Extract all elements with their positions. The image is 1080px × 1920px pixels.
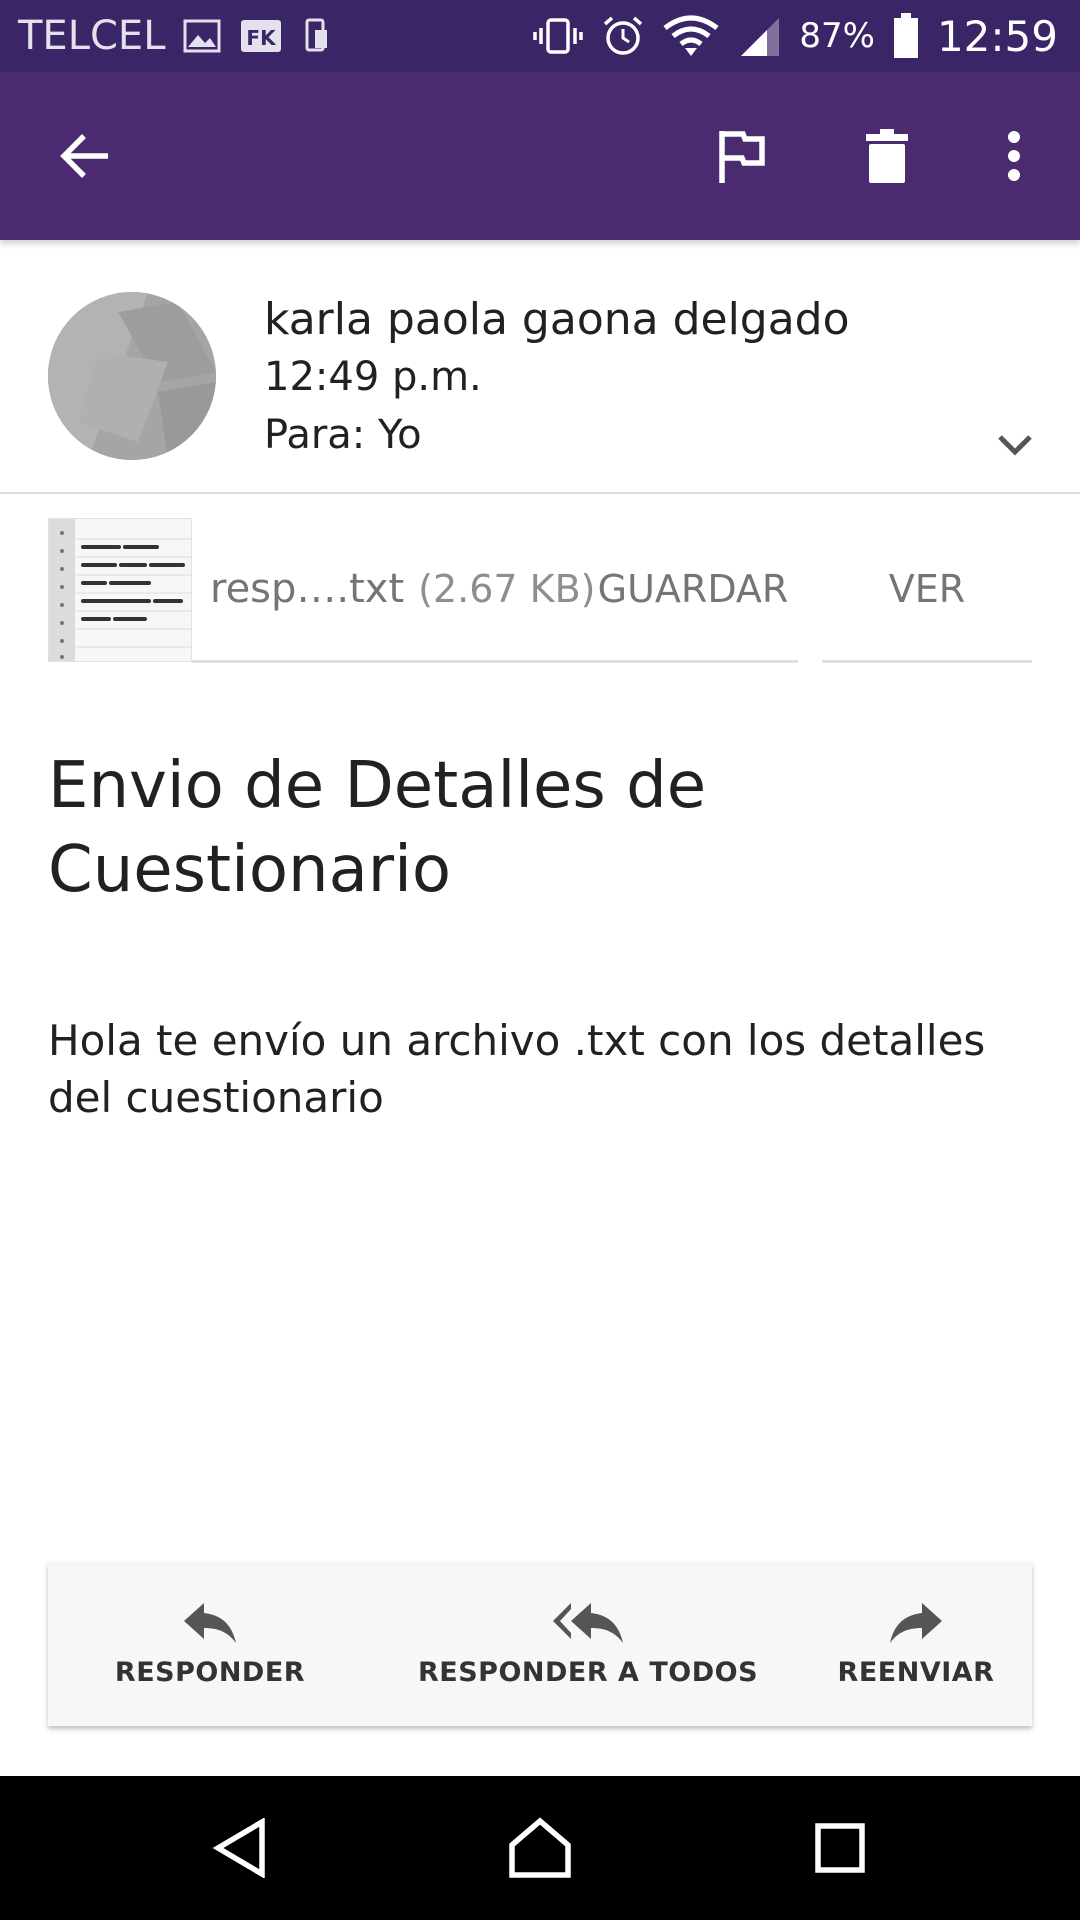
reply-button[interactable]: RESPONDER (100, 1562, 320, 1726)
battery-icon (893, 13, 919, 59)
fk-app-icon: FK (239, 16, 283, 56)
reply-all-icon (553, 1602, 623, 1643)
flag-button[interactable] (694, 72, 790, 240)
status-bar: TELCEL FK 87% 12:59 (0, 0, 1080, 72)
message-body: Hola te envío un archivo .txt con los de… (48, 1016, 986, 1122)
reply-all-button[interactable]: RESPONDER A TODOS (358, 1562, 818, 1726)
nav-back-icon (212, 1818, 265, 1878)
attachment-name: resp….txt (210, 566, 405, 612)
nav-home-icon (509, 1817, 571, 1878)
status-bar-left: TELCEL FK (18, 0, 331, 72)
text-file-preview-icon (49, 519, 191, 661)
status-clock: 12:59 (936, 11, 1058, 61)
save-attachment-button[interactable]: GUARDAR (588, 518, 798, 663)
avatar[interactable] (48, 292, 216, 460)
sender-name: karla paola gaona delgado (264, 294, 850, 345)
attachment-file[interactable]: resp….txt (2.67 KB) (192, 518, 612, 663)
nav-recents-button[interactable] (780, 1776, 900, 1920)
carrier-name: TELCEL (18, 13, 166, 59)
reply-label: RESPONDER (114, 1656, 306, 1688)
signal-icon (737, 14, 781, 58)
view-attachment-button[interactable]: VER (822, 518, 1032, 663)
alarm-icon (601, 14, 645, 58)
attachment-row: resp….txt (2.67 KB) GUARDAR VER (48, 518, 1033, 663)
app-bar (0, 72, 1080, 240)
reply-icon (184, 1602, 236, 1643)
message-subject: Envio de Detalles de Cuestionario (48, 749, 707, 907)
more-vert-icon (1008, 131, 1020, 181)
recipient-line: Para: Yo (264, 412, 422, 458)
more-options-button[interactable] (966, 72, 1062, 240)
reply-actions-card: RESPONDER RESPONDER A TODOS REENVIAR (48, 1562, 1032, 1726)
delete-icon (866, 129, 908, 183)
forward-button[interactable]: REENVIAR (808, 1562, 1024, 1726)
wifi-icon (663, 14, 719, 58)
navigation-bar (0, 1776, 1080, 1920)
nav-back-button[interactable] (180, 1776, 300, 1920)
vibrate-icon (533, 16, 584, 56)
phone-transfer-icon (301, 16, 331, 56)
gallery-icon (183, 19, 221, 53)
avatar-image (48, 292, 216, 460)
status-bar-right: 87% 12:59 (533, 0, 1058, 72)
back-button[interactable] (36, 72, 132, 240)
svg-text:FK: FK (247, 26, 278, 50)
forward-icon (890, 1602, 942, 1643)
forward-label: REENVIAR (837, 1656, 995, 1688)
battery-percent: 87% (799, 16, 875, 56)
nav-recents-icon (815, 1823, 865, 1873)
reply-all-label: RESPONDER A TODOS (417, 1656, 759, 1688)
nav-home-button[interactable] (480, 1776, 600, 1920)
back-arrow-icon (60, 134, 108, 178)
flag-icon (719, 131, 765, 183)
message-header: karla paola gaona delgado 12:49 p.m. Par… (0, 240, 1080, 494)
message-time: 12:49 p.m. (264, 354, 482, 400)
attachment-size: (2.67 KB) (418, 567, 596, 611)
expand-details-button[interactable] (990, 420, 1040, 470)
delete-button[interactable] (839, 72, 935, 240)
chevron-down-icon (998, 435, 1032, 456)
attachment-thumbnail[interactable] (48, 518, 192, 662)
